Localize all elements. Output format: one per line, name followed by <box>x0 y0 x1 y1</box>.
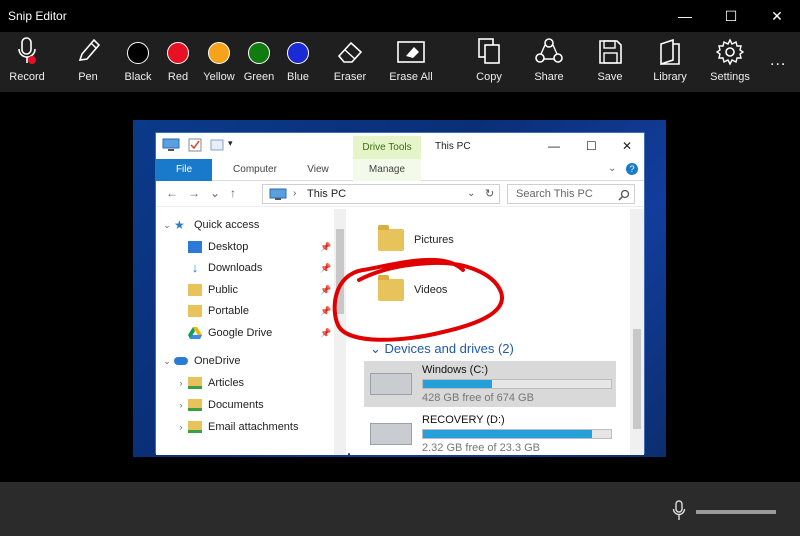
copy-icon <box>478 38 500 64</box>
captured-screenshot: ▾ Drive Tools This PC — ☐ ✕ File Compute… <box>133 120 666 457</box>
color-black-button[interactable]: Black <box>122 32 154 92</box>
share-label: Share <box>534 71 564 83</box>
erase-all-icon <box>397 41 425 63</box>
record-button[interactable]: Record <box>6 32 48 92</box>
green-swatch-icon <box>248 42 270 64</box>
color-red-button[interactable]: Red <box>162 32 194 92</box>
more-options-button[interactable]: ... <box>770 52 786 70</box>
settings-label: Settings <box>710 71 750 83</box>
pen-button[interactable]: Pen <box>70 32 106 92</box>
record-label: Record <box>9 71 45 83</box>
library-icon <box>660 38 680 66</box>
toolbar: Record Pen Black Red Yellow Green Blue E… <box>0 32 800 92</box>
library-label: Library <box>653 71 687 83</box>
erase-all-label: Erase All <box>389 71 433 83</box>
share-button[interactable]: Share <box>530 32 568 92</box>
erase-all-button[interactable]: Erase All <box>386 32 436 92</box>
app-title: Snip Editor <box>8 9 67 23</box>
playback-microphone-icon[interactable] <box>672 500 686 522</box>
save-button[interactable]: Save <box>593 32 627 92</box>
yellow-label: Yellow <box>203 71 235 83</box>
eraser-label: Eraser <box>333 71 367 83</box>
eraser-button[interactable]: Eraser <box>330 32 370 92</box>
pen-icon <box>78 38 101 61</box>
color-blue-button[interactable]: Blue <box>283 32 313 92</box>
save-icon <box>599 40 622 64</box>
settings-button[interactable]: Settings <box>707 32 753 92</box>
black-swatch-icon <box>127 42 149 64</box>
black-label: Black <box>124 71 152 83</box>
minimize-button[interactable]: — <box>662 0 708 32</box>
red-annotation-circle <box>332 257 504 342</box>
blue-label: Blue <box>286 71 310 83</box>
pen-label: Pen <box>78 71 98 83</box>
title-bar: Snip Editor — ☐ ✕ <box>0 0 800 32</box>
color-yellow-button[interactable]: Yellow <box>201 32 237 92</box>
copy-label: Copy <box>476 71 502 83</box>
microphone-icon <box>18 37 36 64</box>
red-label: Red <box>167 71 189 83</box>
maximize-button[interactable]: ☐ <box>708 0 754 32</box>
library-button[interactable]: Library <box>650 32 690 92</box>
share-icon <box>535 38 563 63</box>
red-swatch-icon <box>167 42 189 64</box>
playback-slider[interactable] <box>696 510 776 514</box>
save-label: Save <box>597 71 623 83</box>
yellow-swatch-icon <box>208 42 230 64</box>
close-button[interactable]: ✕ <box>754 0 800 32</box>
eraser-icon <box>337 41 363 63</box>
blue-swatch-icon <box>287 42 309 64</box>
green-label: Green <box>243 71 275 83</box>
gear-icon <box>716 38 744 66</box>
color-green-button[interactable]: Green <box>242 32 276 92</box>
copy-button[interactable]: Copy <box>471 32 507 92</box>
